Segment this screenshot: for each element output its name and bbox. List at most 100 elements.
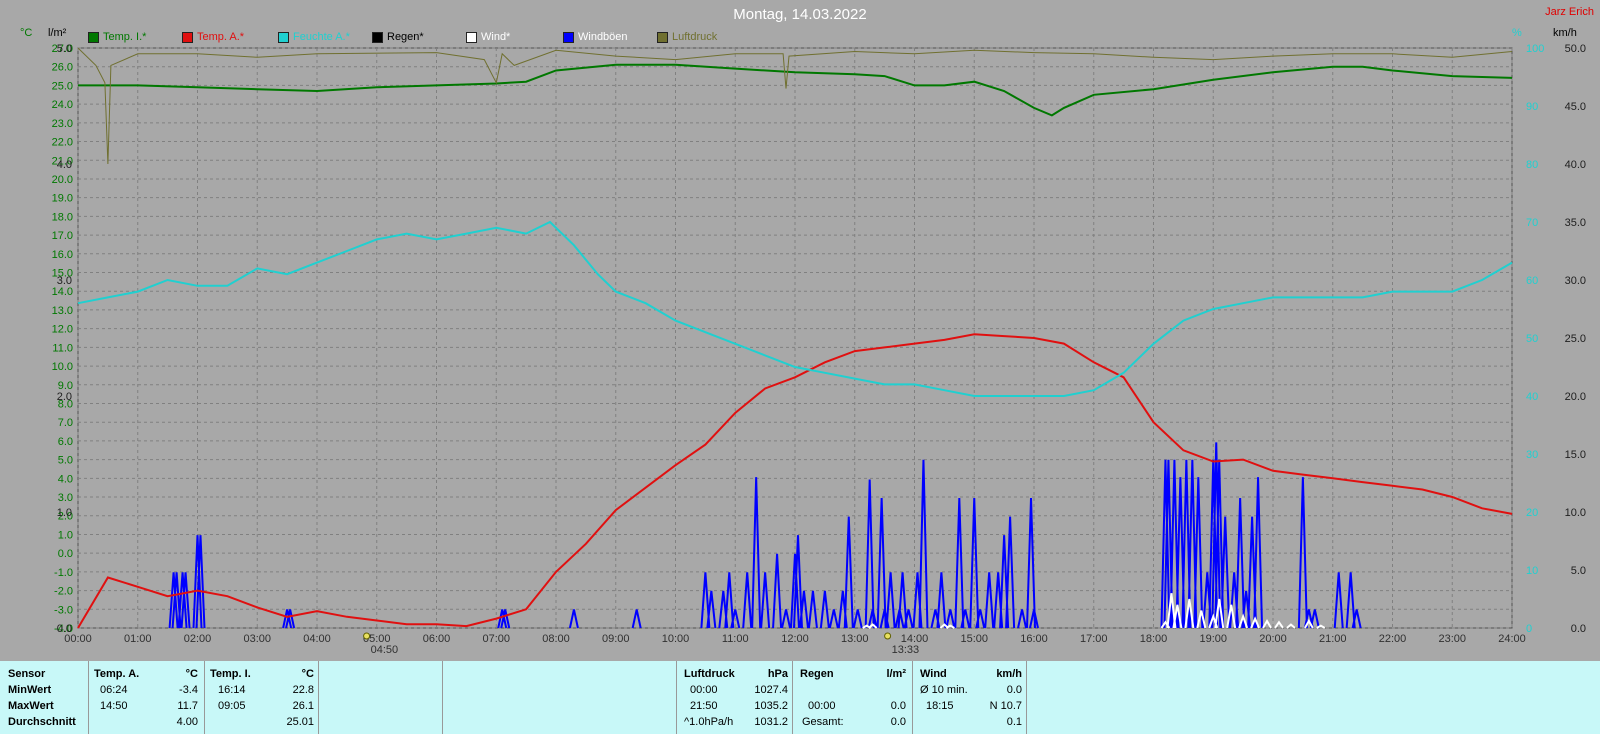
- rain-header: Regen: [800, 668, 834, 680]
- wind-tick-label: 50.0: [1565, 43, 1586, 55]
- x-tick-label: 01:00: [124, 633, 152, 645]
- wind-unit: km/h: [996, 668, 1022, 680]
- legend-label: Windböen: [578, 31, 628, 43]
- legend-swatch: [466, 31, 477, 43]
- temp-tick-label: 0.0: [58, 548, 73, 560]
- temp-tick-label: 24.0: [52, 99, 73, 111]
- pressure-min-value: 1027.4: [754, 684, 788, 696]
- temp-tick-label: 14.0: [52, 286, 73, 298]
- humidity-tick-label: 70: [1526, 217, 1538, 229]
- legend-swatch: [278, 31, 289, 43]
- temp-i-min-value: 22.8: [292, 684, 314, 696]
- temp-tick-label: 11.0: [52, 342, 73, 354]
- pressure-avg-value: 1031.2: [754, 716, 788, 728]
- temp-tick-label: 3.0: [58, 492, 73, 504]
- temp-tick-label: 7.0: [58, 417, 73, 429]
- pressure-unit: hPa: [767, 668, 788, 680]
- x-tick-label: 07:00: [482, 633, 510, 645]
- legend-label: Feuchte A.*: [293, 31, 350, 43]
- legend-swatch: [88, 31, 99, 43]
- wind-tick-label: 40.0: [1565, 159, 1586, 171]
- weather-chart: 27.026.025.024.023.022.021.020.019.018.0…: [52, 43, 1586, 656]
- legend-label: Temp. I.*: [103, 31, 147, 43]
- wind-avg-value: 0.0: [1006, 684, 1022, 696]
- temp-tick-label: 18.0: [52, 211, 73, 223]
- pressure-max-value: 1035.2: [754, 700, 788, 712]
- x-tick-label: 23:00: [1438, 633, 1466, 645]
- marker-time-label: 04:50: [371, 644, 399, 656]
- temp-tick-label: 26.0: [52, 62, 73, 74]
- wind-tick-label: 5.0: [1571, 565, 1586, 577]
- temp-i-min-time: 16:14: [218, 684, 246, 696]
- temp-a-header: Temp. A.: [94, 668, 140, 680]
- humidity-unit-label: %: [1512, 27, 1522, 39]
- legend-swatch: [563, 31, 574, 43]
- legend-swatch: [372, 31, 383, 43]
- x-tick-label: 06:00: [423, 633, 451, 645]
- legend-label: Temp. A.*: [197, 31, 245, 43]
- temp-tick-label: 6.0: [58, 436, 73, 448]
- temp-tick-label: 25.0: [52, 80, 73, 92]
- chart-grid: [77, 47, 1513, 629]
- humidity-tick-label: 50: [1526, 333, 1538, 345]
- wind-tick-label: 45.0: [1565, 101, 1586, 113]
- temp-tick-label: 12.0: [52, 324, 73, 336]
- temp-a-min-value: -3.4: [179, 684, 198, 696]
- x-tick-label: 19:00: [1199, 633, 1227, 645]
- legend-swatch: [657, 31, 668, 43]
- temp-a-max-value: 11.7: [177, 700, 198, 712]
- temp-i-max-value: 26.1: [292, 700, 314, 712]
- rain-tick-label: 3.0: [57, 275, 72, 287]
- legend-swatch: [182, 31, 193, 43]
- rain-tick-label: 4.0: [57, 159, 72, 171]
- sunrise-icon: [363, 632, 371, 640]
- temp-tick-label: 13.0: [52, 305, 73, 317]
- temp-tick-label: 9.0: [58, 380, 73, 392]
- temp-tick-label: -1.0: [54, 567, 73, 579]
- legend-item: Temp. I.*: [88, 31, 146, 43]
- legend-item: Luftdruck: [657, 31, 717, 43]
- temp-tick-label: 20.0: [52, 174, 73, 186]
- wind-tick-label: 15.0: [1565, 449, 1586, 461]
- wind-tick-label: 35.0: [1565, 217, 1586, 229]
- wind-max-time: 18:15: [926, 700, 954, 712]
- legend-item: Wind*: [466, 31, 510, 43]
- x-tick-label: 21:00: [1319, 633, 1347, 645]
- legend-label: Luftdruck: [672, 31, 718, 43]
- temp-tick-label: 4.0: [58, 473, 73, 485]
- rain-tick-label: 2.0: [57, 391, 72, 403]
- pressure-header: Luftdruck: [684, 668, 735, 680]
- legend-item: Temp. A.*: [182, 31, 244, 43]
- rain-tick-label: 1.0: [57, 507, 72, 519]
- marker-time-label: 13:33: [892, 644, 920, 656]
- chart-title: Montag, 14.03.2022: [733, 6, 867, 23]
- rain-max-value: 0.0: [890, 700, 906, 712]
- temp-a-unit: °C: [185, 668, 198, 680]
- x-tick-label: 20:00: [1259, 633, 1287, 645]
- legend-item: Feuchte A.*: [278, 31, 350, 43]
- temp-tick-label: 17.0: [52, 230, 73, 242]
- temp-a-avg-value: 4.00: [176, 716, 198, 728]
- x-tick-label: 03:00: [243, 633, 271, 645]
- temp-tick-label: -2.0: [54, 586, 73, 598]
- x-tick-label: 13:00: [841, 633, 869, 645]
- wind-day-avg-value: 0.1: [1006, 716, 1022, 728]
- temp-tick-label: 19.0: [52, 193, 73, 205]
- rain-total-label: Gesamt:: [802, 716, 844, 728]
- temp-tick-label: 16.0: [52, 249, 73, 261]
- author-label: Jarz Erich: [1545, 6, 1594, 18]
- humidity-tick-label: 60: [1526, 275, 1538, 287]
- row-avg-label: Durchschnitt: [8, 716, 76, 728]
- row-max-label: MaxWert: [8, 700, 54, 712]
- temp-tick-label: 22.0: [52, 137, 73, 149]
- x-tick-label: 22:00: [1379, 633, 1407, 645]
- x-tick-label: 02:00: [184, 633, 212, 645]
- humidity-tick-label: 30: [1526, 449, 1538, 461]
- legend-label: Wind*: [481, 31, 511, 43]
- legend-label: Regen*: [387, 31, 424, 43]
- x-tick-label: 24:00: [1498, 633, 1526, 645]
- row-min-label: MinWert: [8, 684, 52, 696]
- humidity-tick-label: 90: [1526, 101, 1538, 113]
- rain-unit: l/m²: [886, 668, 906, 680]
- pressure-max-time: 21:50: [690, 700, 718, 712]
